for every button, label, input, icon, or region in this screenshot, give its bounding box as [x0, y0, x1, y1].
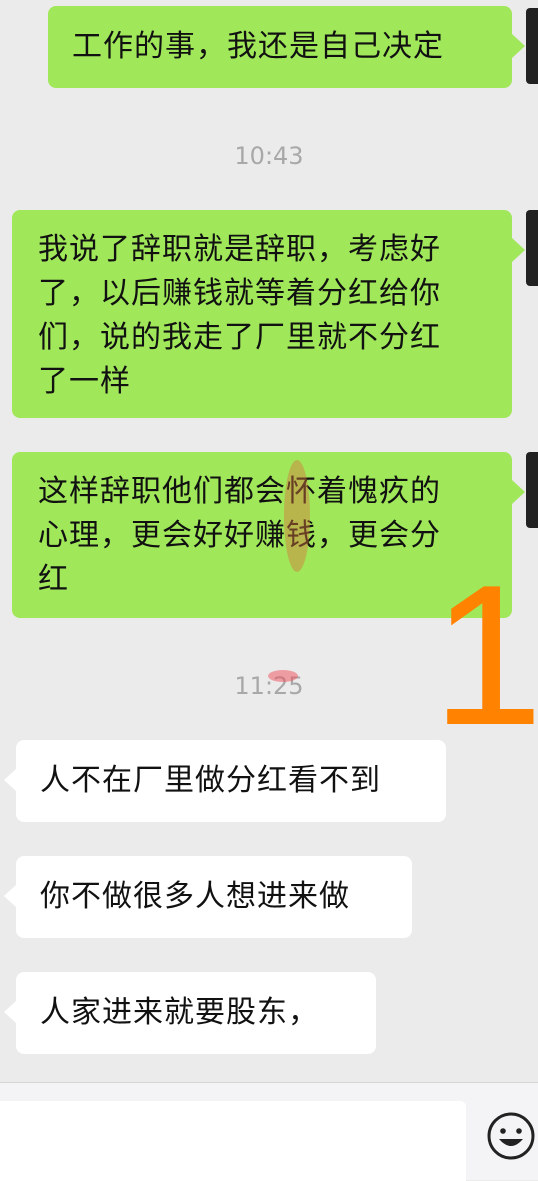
message-line: 人不在厂里做分红看不到 [40, 763, 381, 798]
message-line: 这样辞职他们都会怀着愧疚的 [38, 474, 441, 509]
message-line: 人家进来就要股东， [40, 995, 319, 1030]
sent-message-bubble[interactable]: 工作的事，我还是自己决定 [48, 6, 512, 88]
message-line: 们，说的我走了厂里就不分红 [38, 320, 441, 355]
message-input[interactable] [0, 1101, 466, 1181]
message-line: 工作的事，我还是自己决定 [72, 29, 444, 64]
sent-message-bubble[interactable]: 我说了辞职就是辞职，考虑好 了，以后赚钱就等着分红给你 们，说的我走了厂里就不分… [12, 210, 512, 418]
chat-area[interactable]: 工作的事，我还是自己决定 10:43 我说了辞职就是辞职，考虑好 了，以后赚钱就… [0, 0, 538, 1082]
timestamp: 10:43 [234, 142, 304, 170]
message-line: 我说了辞职就是辞职，考虑好 [38, 232, 441, 267]
my-avatar[interactable] [526, 452, 538, 528]
message-line: 心理，更会好好赚钱，更会分 [38, 518, 441, 553]
my-avatar[interactable] [526, 8, 538, 84]
message-line: 了，以后赚钱就等着分红给你 [38, 276, 441, 311]
input-bar [0, 1082, 538, 1181]
bubble-tail [512, 480, 525, 504]
message-line: 你不做很多人想进来做 [40, 879, 350, 914]
timestamp: 11:25 [234, 672, 304, 700]
received-message-bubble[interactable]: 你不做很多人想进来做 [16, 856, 412, 938]
message-line: 了一样 [38, 364, 131, 399]
smiley-face-icon[interactable] [486, 1111, 536, 1161]
bubble-tail [512, 34, 525, 58]
received-message-bubble[interactable]: 人不在厂里做分红看不到 [16, 740, 446, 822]
message-line: 红 [38, 562, 69, 597]
received-message-bubble[interactable]: 人家进来就要股东， [16, 972, 376, 1054]
bubble-tail [512, 238, 525, 262]
annotation-number: 1 [432, 544, 538, 767]
my-avatar[interactable] [526, 210, 538, 286]
